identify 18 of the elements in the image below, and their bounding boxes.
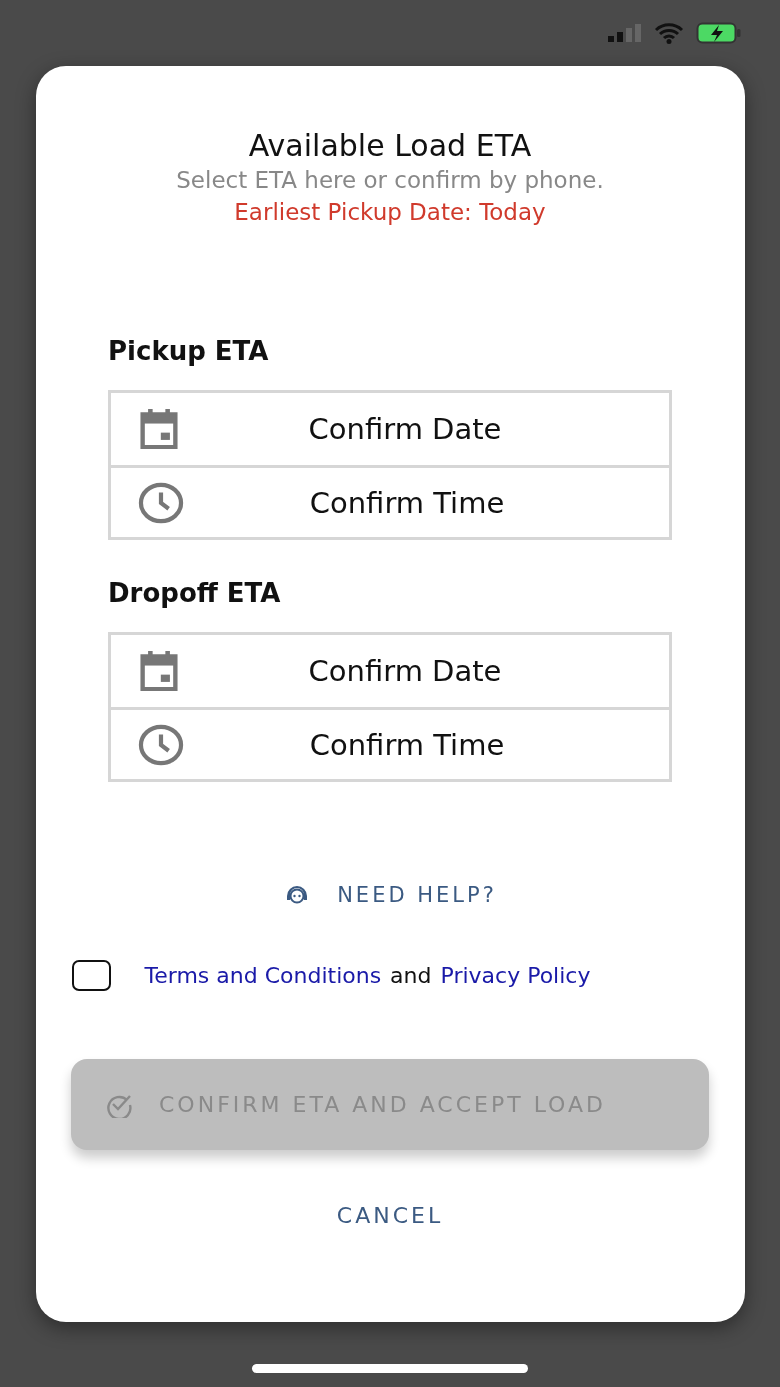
wifi-icon [654, 22, 684, 44]
dialog-title: Available Load ETA [248, 128, 532, 164]
section-heading: Dropoff ETA [108, 578, 282, 608]
dialog-subtitle: Select ETA here or confirm by phone. [176, 166, 604, 195]
battery-charging-icon [696, 22, 742, 44]
agreement-checkbox[interactable] [71, 960, 111, 991]
cancel-button[interactable]: CANCEL [330, 1202, 450, 1229]
calendar-icon [137, 651, 181, 691]
policy-link[interactable]: Terms and Conditions [144, 963, 382, 988]
clock-icon [137, 723, 185, 766]
calendar-icon [137, 409, 181, 449]
pickup-notice: Earliest Pickup Date: Today [234, 198, 546, 227]
clock-icon [137, 481, 185, 524]
policy-link[interactable]: Privacy Policy [440, 963, 591, 988]
section-heading: Pickup ETA [108, 336, 270, 366]
help-link[interactable]: NEED HELP? [277, 882, 503, 908]
signal-icon [608, 24, 642, 42]
agreement-text: and [390, 963, 432, 988]
